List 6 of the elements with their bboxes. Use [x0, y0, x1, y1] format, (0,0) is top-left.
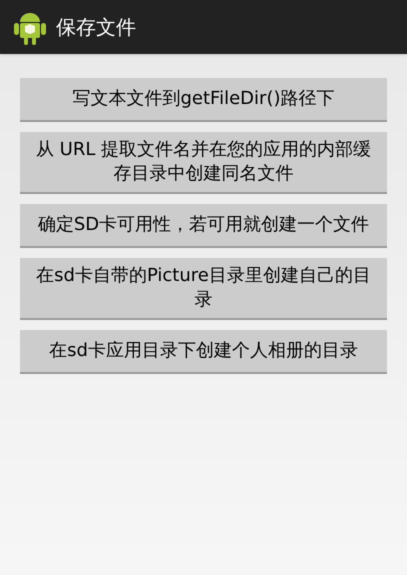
- action-button[interactable]: 确定SD卡可用性，若可用就创建一个文件: [20, 204, 387, 248]
- app-title: 保存文件: [56, 14, 136, 41]
- action-button[interactable]: 在sd卡自带的Picture目录里创建自己的目录: [20, 258, 387, 320]
- action-button[interactable]: 在sd卡应用目录下创建个人相册的目录: [20, 330, 387, 374]
- action-button[interactable]: 从 URL 提取文件名并在您的应用的内部缓存目录中创建同名文件: [20, 132, 387, 194]
- action-button[interactable]: 写文本文件到getFileDir()路径下: [20, 78, 387, 122]
